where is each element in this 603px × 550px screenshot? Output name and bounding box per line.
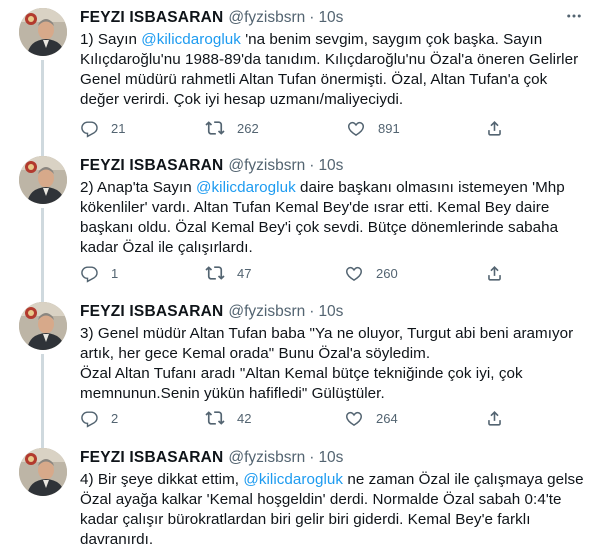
thread-connector [41, 354, 44, 448]
reply-icon [80, 264, 99, 283]
timestamp[interactable]: 10s [318, 157, 343, 175]
tweet-content: FEYZI ISBASARAN @fyzisbsrn · 10s 3) Gene… [80, 302, 585, 428]
tweet-text-part: 1) Sayın [80, 31, 142, 48]
display-name[interactable]: FEYZI ISBASARAN [80, 157, 223, 175]
mention-link[interactable]: @kilicdarogluk [243, 471, 343, 488]
retweet-icon [205, 118, 225, 138]
thread-connector [41, 60, 44, 158]
tweet-actions: 21 262 891 [80, 118, 520, 138]
tweet-text: 1) Sayın @kilicdarogluk 'na benim sevgim… [80, 30, 585, 110]
reply-button[interactable]: 2 [80, 409, 118, 428]
tweet-2[interactable]: FEYZI ISBASARAN @fyzisbsrn · 10s 2) Anap… [0, 156, 603, 302]
avatar[interactable] [19, 156, 67, 204]
display-name[interactable]: FEYZI ISBASARAN [80, 9, 223, 27]
tweet-content: FEYZI ISBASARAN @fyzisbsrn · 10s 2) Anap… [80, 156, 585, 283]
reply-button[interactable]: 1 [80, 264, 118, 283]
display-name[interactable]: FEYZI ISBASARAN [80, 449, 223, 467]
like-button[interactable]: 264 [344, 408, 398, 428]
heart-icon [346, 118, 366, 138]
tweet-header: FEYZI ISBASARAN @fyzisbsrn · 10s [80, 8, 585, 28]
share-icon [485, 119, 504, 138]
tweet-3[interactable]: FEYZI ISBASARAN @fyzisbsrn · 10s 3) Gene… [0, 302, 603, 448]
thread-connector [41, 208, 44, 302]
retweet-icon [205, 263, 225, 283]
retweet-count: 262 [237, 120, 259, 136]
heart-icon [344, 408, 364, 428]
more-options-button[interactable] [563, 8, 585, 28]
separator-dot: · [309, 303, 315, 320]
reply-icon [80, 409, 99, 428]
tweet-4[interactable]: FEYZI ISBASARAN @fyzisbsrn · 10s 4) Bir … [0, 448, 603, 550]
reply-icon [80, 119, 99, 138]
retweet-icon [205, 408, 225, 428]
tweet-text-part: 2) Anap'ta Sayın [80, 179, 197, 196]
like-count: 891 [378, 120, 400, 136]
username[interactable]: @fyzisbsrn [228, 303, 305, 321]
tweet-content: FEYZI ISBASARAN @fyzisbsrn · 10s 4) Bir … [80, 448, 585, 550]
like-count: 264 [376, 410, 398, 426]
tweet-header: FEYZI ISBASARAN @fyzisbsrn · 10s [80, 156, 585, 176]
like-count: 260 [376, 265, 398, 281]
share-button[interactable] [485, 264, 504, 283]
timestamp[interactable]: 10s [318, 449, 343, 467]
tweet-content: FEYZI ISBASARAN @fyzisbsrn · 10s 1) Sayı… [80, 8, 585, 138]
retweet-count: 47 [237, 265, 252, 281]
retweet-count: 42 [237, 410, 252, 426]
tweet-actions: 2 42 264 [80, 408, 520, 428]
avatar[interactable] [19, 8, 67, 56]
username[interactable]: @fyzisbsrn [228, 449, 305, 467]
tweet-text: 2) Anap'ta Sayın @kilicdarogluk daire ba… [80, 178, 585, 258]
display-name[interactable]: FEYZI ISBASARAN [80, 303, 223, 321]
like-button[interactable]: 891 [346, 118, 400, 138]
tweet-thread: FEYZI ISBASARAN @fyzisbsrn · 10s 1) Sayı… [0, 0, 603, 550]
reply-count: 2 [111, 410, 119, 426]
retweet-button[interactable]: 47 [205, 263, 251, 283]
separator-dot: · [309, 9, 315, 26]
timestamp[interactable]: 10s [318, 9, 343, 27]
timestamp[interactable]: 10s [318, 303, 343, 321]
reply-count: 21 [111, 120, 126, 136]
share-button[interactable] [485, 119, 504, 138]
share-icon [485, 264, 504, 283]
username[interactable]: @fyzisbsrn [228, 9, 305, 27]
tweet-text: 4) Bir şeye dikkat ettim, @kilicdarogluk… [80, 470, 585, 550]
tweet-header: FEYZI ISBASARAN @fyzisbsrn · 10s [80, 302, 585, 322]
tweet-text: 3) Genel müdür Altan Tufan baba "Ya ne o… [80, 324, 585, 404]
heart-icon [344, 263, 364, 283]
tweet-header: FEYZI ISBASARAN @fyzisbsrn · 10s [80, 448, 585, 468]
share-button[interactable] [485, 409, 504, 428]
avatar[interactable] [19, 448, 67, 496]
reply-count: 1 [111, 265, 119, 281]
retweet-button[interactable]: 42 [205, 408, 251, 428]
tweet-text-part: 4) Bir şeye dikkat ettim, [80, 471, 244, 488]
tweet-text-part: 3) Genel müdür Altan Tufan baba "Ya ne o… [80, 325, 574, 402]
more-horizontal-icon [565, 7, 583, 30]
username[interactable]: @fyzisbsrn [228, 157, 305, 175]
like-button[interactable]: 260 [344, 263, 398, 283]
separator-dot: · [309, 449, 315, 466]
mention-link[interactable]: @kilicdarogluk [141, 31, 241, 48]
avatar[interactable] [19, 302, 67, 350]
retweet-button[interactable]: 262 [205, 118, 259, 138]
reply-button[interactable]: 21 [80, 119, 125, 138]
mention-link[interactable]: @kilicdarogluk [196, 179, 296, 196]
share-icon [485, 409, 504, 428]
tweet-actions: 1 47 260 [80, 263, 520, 283]
tweet-1[interactable]: FEYZI ISBASARAN @fyzisbsrn · 10s 1) Sayı… [0, 8, 603, 158]
separator-dot: · [309, 157, 315, 174]
